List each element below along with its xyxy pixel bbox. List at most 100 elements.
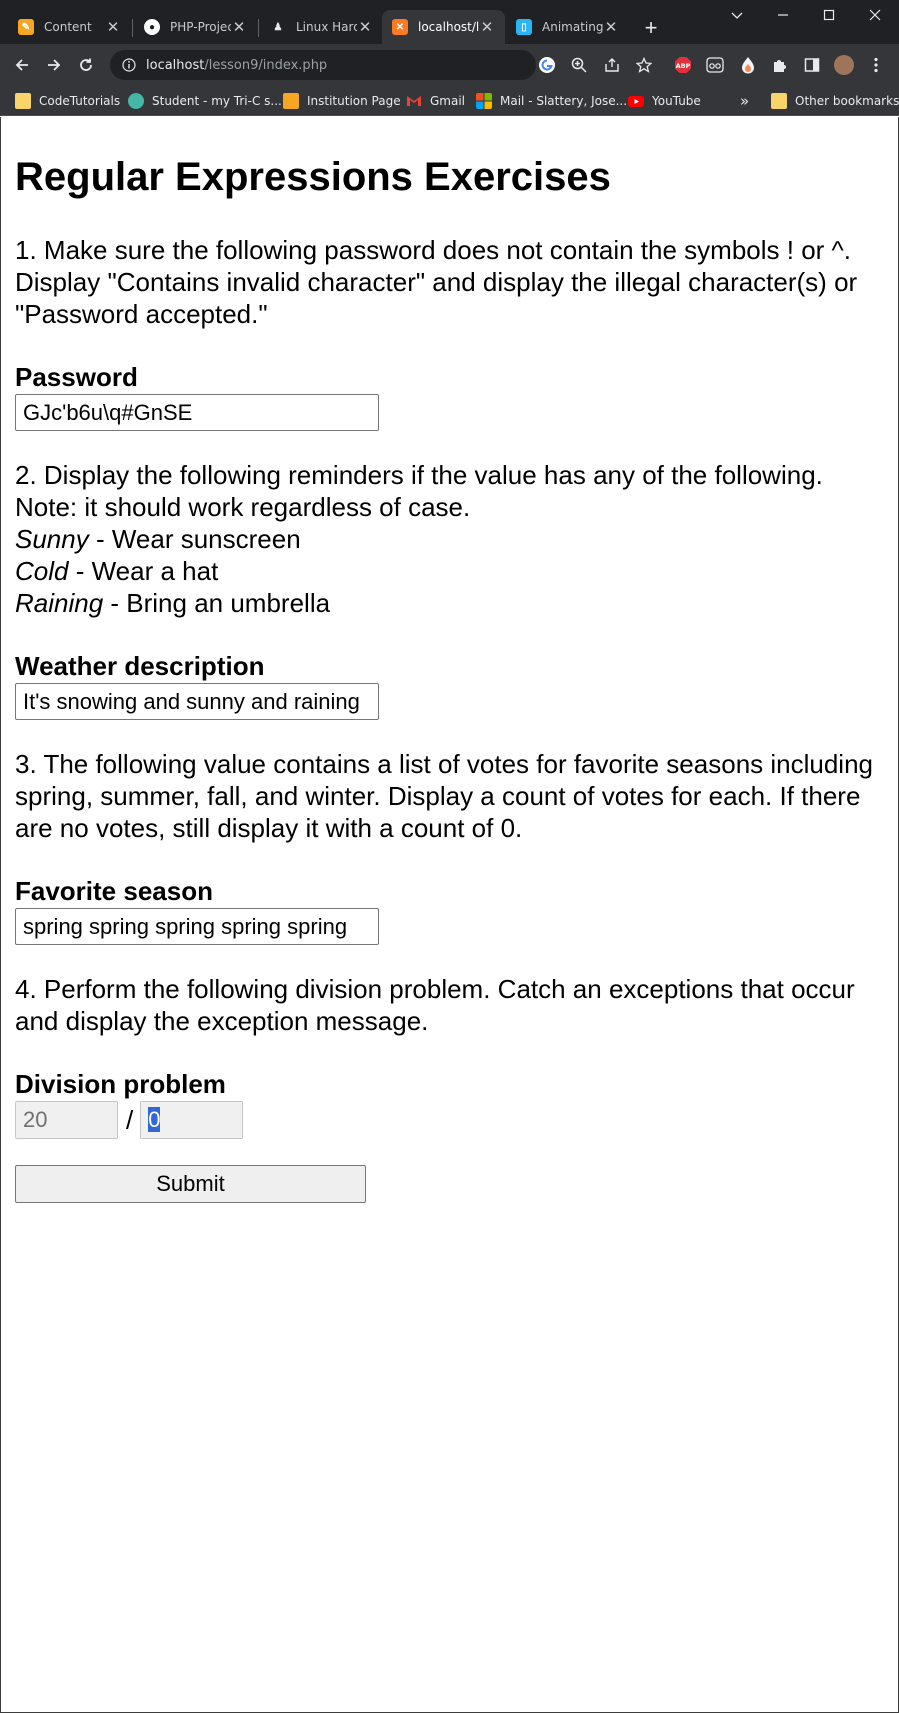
weather-label: Weather description <box>15 651 265 681</box>
close-window-button[interactable] <box>852 0 898 30</box>
page-content: Regular Expressions Exercises 1. Make su… <box>0 117 899 1713</box>
url-text: localhost/lesson9/index.php <box>146 58 327 73</box>
close-icon[interactable]: ✕ <box>105 18 121 36</box>
microsoft-icon <box>476 93 492 109</box>
new-tab-button[interactable]: + <box>638 16 664 42</box>
github-icon: ● <box>144 19 160 35</box>
reminder-keyword-cold: Cold <box>15 556 69 586</box>
kebab-menu-icon <box>874 57 878 73</box>
maximize-button[interactable] <box>806 0 852 30</box>
bookmark-other-bookmarks[interactable]: Other bookmarks <box>771 93 899 109</box>
bookmark-student[interactable]: Student - my Tri-C s... <box>128 93 282 109</box>
minimize-icon <box>778 14 788 16</box>
menu-icon[interactable] <box>867 56 885 74</box>
reminder-keyword-sunny: Sunny <box>15 524 89 554</box>
divide-symbol: / <box>126 1104 134 1135</box>
submit-button[interactable]: Submit <box>15 1165 366 1203</box>
tab-animating[interactable]: ▯ Animating ✕ <box>506 10 629 44</box>
bookmark-label: Institution Page <box>307 94 401 108</box>
bookmark-mail-slattery[interactable]: Mail - Slattery, Jose... <box>476 93 627 109</box>
tab-title: PHP-Projec <box>170 20 231 34</box>
address-bar[interactable]: localhost/lesson9/index.php <box>110 50 536 80</box>
reminder-keyword-raining: Raining <box>15 588 104 618</box>
close-icon[interactable]: ✕ <box>357 18 373 36</box>
side-panel-glyph <box>804 58 820 72</box>
bookmark-codetutorials[interactable]: CodeTutorials <box>15 93 120 109</box>
division-row: 20 / 0 <box>15 1101 884 1139</box>
bookmarks-bar: CodeTutorials Student - my Tri-C s... In… <box>0 86 899 116</box>
dividend-input[interactable]: 20 <box>15 1101 118 1139</box>
season-input[interactable] <box>15 908 379 945</box>
minimize-button[interactable] <box>760 0 806 30</box>
extension-flame-icon[interactable] <box>739 56 757 74</box>
adblock-octagon-icon: ABP <box>675 57 691 73</box>
folder-icon <box>15 93 31 109</box>
back-button[interactable] <box>9 52 35 78</box>
divisor-value: 0 <box>148 1107 161 1132</box>
folder-icon <box>771 93 787 109</box>
bookmark-label: Student - my Tri-C s... <box>152 94 282 108</box>
chevron-down-icon <box>731 12 743 19</box>
question-2-text: 2. Display the following reminders if th… <box>15 459 884 619</box>
zoom-icon[interactable] <box>570 56 588 74</box>
tab-divider <box>132 19 133 37</box>
browser-toolbar: localhost/lesson9/index.php ABP <box>0 44 899 86</box>
password-input[interactable] <box>15 394 379 431</box>
url-host: localhost <box>146 57 205 73</box>
tab-title: Animating <box>542 20 603 34</box>
reload-icon <box>80 58 92 71</box>
bookmark-star-icon[interactable] <box>635 56 653 74</box>
side-panel-icon[interactable] <box>803 56 821 74</box>
pencil-icon <box>283 93 299 109</box>
gmail-icon <box>407 96 421 106</box>
tab-linux-hard[interactable]: ♟ Linux Hard ✕ <box>260 10 383 44</box>
bookmark-label: Gmail <box>430 94 466 108</box>
division-label: Division problem <box>15 1069 226 1099</box>
tab-content[interactable]: ✎ Content ✕ <box>8 10 131 44</box>
question-1-text: 1. Make sure the following password does… <box>15 235 858 329</box>
tab-title: localhost/le <box>418 20 479 34</box>
forward-button[interactable] <box>41 52 67 78</box>
snowflake-icon <box>128 93 144 109</box>
bookmarks-overflow-button[interactable]: » <box>740 92 750 110</box>
tab-title: Linux Hard <box>296 20 357 34</box>
tab-search-button[interactable] <box>714 0 760 30</box>
adblock-icon[interactable]: ABP <box>674 56 692 74</box>
overflow-chevron-icon: » <box>740 92 750 110</box>
reminder-text-raining: - Bring an umbrella <box>103 588 331 618</box>
glasses-icon <box>706 57 724 73</box>
close-icon[interactable]: ✕ <box>231 18 247 36</box>
bookmark-label: Mail - Slattery, Jose... <box>500 94 628 108</box>
bookmark-youtube[interactable]: YouTube <box>628 93 701 109</box>
divisor-input[interactable]: 0 <box>140 1101 244 1139</box>
weather-input[interactable] <box>15 683 379 720</box>
youtube-icon <box>628 96 644 107</box>
arrow-left-icon <box>15 59 28 71</box>
close-icon <box>869 9 881 21</box>
tab-localhost[interactable]: ✕ localhost/le ✕ <box>382 10 505 44</box>
google-icon[interactable] <box>538 56 556 74</box>
bookmark-gmail[interactable]: Gmail <box>406 93 465 109</box>
close-icon[interactable]: ✕ <box>479 18 495 36</box>
bookmark-label: CodeTutorials <box>39 94 121 108</box>
share-icon[interactable] <box>603 56 621 74</box>
bookmark-institution-page[interactable]: Institution Page <box>283 93 401 109</box>
adblock-badge-text: ABP <box>676 62 691 70</box>
reload-button[interactable] <box>73 52 99 78</box>
question-4-text: 4. Perform the following division proble… <box>15 974 855 1036</box>
tab-php-project[interactable]: ● PHP-Projec ✕ <box>134 10 257 44</box>
xampp-icon: ✕ <box>392 19 408 35</box>
extensions-icon[interactable] <box>771 56 789 74</box>
pencil-icon: ✎ <box>18 19 34 35</box>
linux-icon: ♟ <box>270 19 286 35</box>
url-path: /lesson9/index.php <box>204 57 328 73</box>
question-2-intro: 2. Display the following reminders if th… <box>15 460 823 522</box>
info-icon[interactable] <box>122 58 136 72</box>
question-3-text: 3. The following value contains a list o… <box>15 749 873 843</box>
close-icon[interactable]: ✕ <box>603 18 619 36</box>
profile-avatar[interactable] <box>834 55 854 75</box>
season-label: Favorite season <box>15 876 213 906</box>
extension-glasses-icon[interactable] <box>706 56 724 74</box>
reminder-text-sunny: - Wear sunscreen <box>88 524 301 554</box>
bookmark-label: YouTube <box>652 94 701 108</box>
